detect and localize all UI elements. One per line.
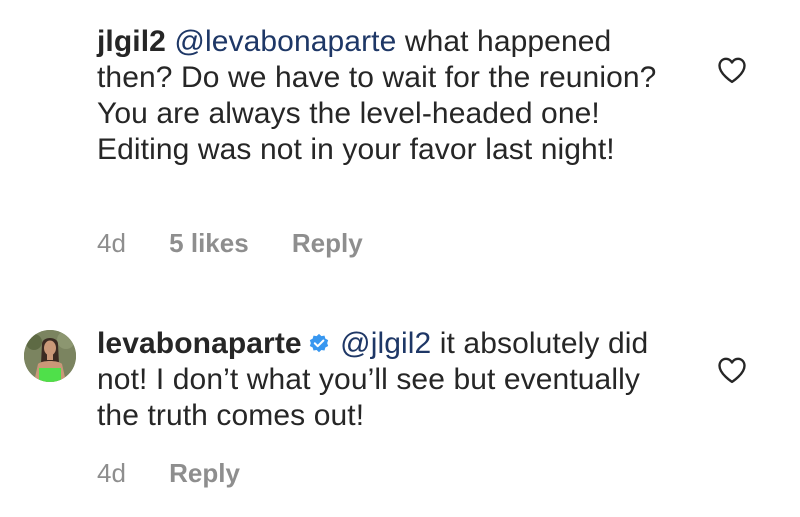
heart-outline-icon[interactable] (717, 356, 747, 384)
avatar[interactable] (24, 330, 76, 382)
verified-badge-icon (309, 333, 328, 353)
heart-outline-icon[interactable] (717, 56, 747, 84)
comment-mention[interactable]: @jlgil2 (340, 327, 431, 360)
comment-likes[interactable]: 5 likes (169, 228, 249, 258)
comment-meta: 4d Reply (97, 458, 276, 489)
comment-time: 4d (97, 228, 126, 258)
comment-time: 4d (97, 458, 126, 488)
comment-username[interactable]: jlgil2 (97, 25, 166, 58)
comment-mention[interactable]: @levabonaparte (174, 25, 396, 58)
comment-meta: 4d 5 likes Reply (97, 228, 399, 259)
comment-username[interactable]: levabonaparte (97, 327, 302, 360)
comment-body: jlgil2 @levabonaparte what happened then… (97, 24, 687, 168)
comment-body: levabonaparte @jlgil2 it absolutely did … (97, 326, 687, 434)
reply-button[interactable]: Reply (292, 228, 363, 258)
reply-button[interactable]: Reply (169, 458, 240, 488)
